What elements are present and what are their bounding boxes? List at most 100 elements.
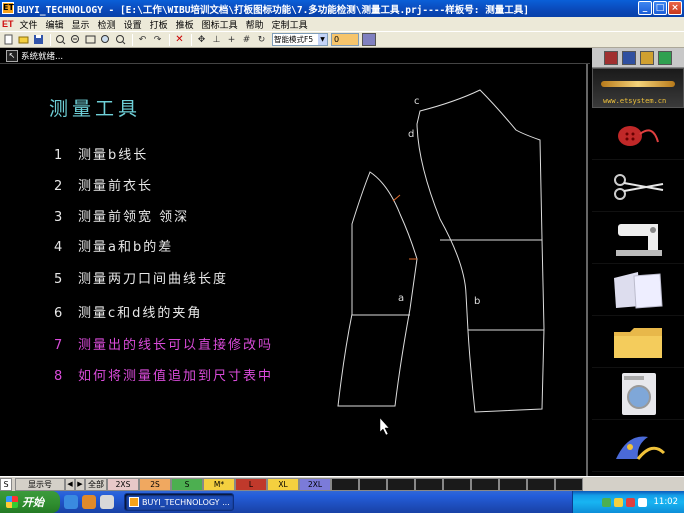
tip-6: 6 测量c和d线的夹角 [54,306,203,321]
zoom-fit-icon[interactable] [99,33,112,46]
tray-network-icon[interactable] [601,497,611,507]
size-s-toggle[interactable]: S [0,477,12,491]
system-tray: 11:02 [572,491,684,513]
mouse-cursor-icon [379,417,390,436]
size-2xs[interactable]: 2XS [107,477,139,491]
label-c: c [414,96,420,107]
size-slot-empty[interactable] [359,477,387,491]
size-slot-empty[interactable] [471,477,499,491]
menu-file[interactable]: 文件 [20,18,38,31]
menu-grading[interactable]: 推板 [176,18,194,31]
menu-edit[interactable]: 编辑 [46,18,64,31]
pointer-tool-icon[interactable]: ↖ [6,49,18,62]
minimize-button[interactable]: _ [638,1,652,15]
toolbar: ↶ ↷ ✕ ✥ ⊥ + # ↻ 智能模式F5 ▼ 0 [0,31,684,48]
pan-icon[interactable] [114,33,127,46]
status-text: 系统就绪... [21,51,64,62]
open-folder-icon[interactable] [17,33,30,46]
folder-icon[interactable] [592,316,684,368]
right-panel-toolbar [592,48,684,68]
size-xl[interactable]: XL [267,477,299,491]
add-point-icon[interactable]: + [225,33,238,46]
taskbar: 开始 BUYI_TECHNOLOGY ... 11:02 [0,491,684,513]
undo-icon[interactable]: ↶ [136,33,149,46]
redo-icon[interactable]: ↷ [151,33,164,46]
toolbar-separator [191,33,192,46]
app-icon [129,497,139,507]
menu-pattern[interactable]: 打板 [150,18,168,31]
size-slot-empty[interactable] [387,477,415,491]
close-button[interactable]: × [668,1,682,15]
toolbar-separator [50,33,51,46]
scroll-left-icon[interactable]: ◀ [65,477,75,491]
drawing-canvas[interactable]: 测量工具 1 测量b线长 2 测量前衣长 3 测量前领宽 领深 4 测量a和b的差 5测… [0,64,588,476]
yellow-tool-icon[interactable] [640,50,654,65]
menu-help[interactable]: 帮助 [246,18,264,31]
zoom-in-icon[interactable] [54,33,67,46]
button-thread-icon[interactable] [592,108,684,160]
blue-tool-icon[interactable] [622,50,636,65]
taskbar-window-button[interactable]: BUYI_TECHNOLOGY ... [124,493,234,511]
garment-pattern[interactable]: c d a b [320,64,560,476]
tray-antivirus-icon[interactable] [625,497,635,507]
menu-icon-tools[interactable]: 图标工具 [202,18,238,31]
move-icon[interactable]: ✥ [195,33,208,46]
window-title: BUYI_TECHNOLOGY - [E:\工作\WIBU培训文档\打板图标功能… [17,5,529,16]
size-slot-empty[interactable] [527,477,555,491]
window-controls: _ □ × [638,1,682,15]
app-icon: ET [2,2,14,14]
tray-volume-icon[interactable] [637,497,647,507]
tray-security-icon[interactable] [613,497,623,507]
size-all-button[interactable]: 全部 [85,477,107,491]
size-slot-empty[interactable] [415,477,443,491]
front-panel-outline [337,171,418,407]
ie-icon[interactable] [64,495,78,509]
size-slot-empty[interactable] [555,477,583,491]
size-2xl[interactable]: 2XL [299,477,331,491]
number-input[interactable]: 0 [331,33,359,46]
tip-5: 5 测量两刀口间曲线长度 [54,272,229,287]
menu-check[interactable]: 检测 [98,18,116,31]
brand-banner: www.etsystem.cn [592,68,684,108]
new-file-icon[interactable] [2,33,15,46]
menu-custom-tools[interactable]: 定制工具 [272,18,308,31]
start-label: 开始 [22,496,44,509]
washing-machine-icon[interactable] [592,368,684,420]
zoom-out-icon[interactable] [69,33,82,46]
size-slot-empty[interactable] [499,477,527,491]
red-tool-icon[interactable] [604,50,618,65]
delete-icon[interactable]: ✕ [173,33,186,46]
image-button-icon[interactable] [362,33,376,46]
menu-view[interactable]: 显示 [72,18,90,31]
zoom-window-icon[interactable] [84,33,97,46]
tip-4: 4 测量a和b的差 [54,240,174,255]
size-m-base[interactable]: M* [203,477,235,491]
scroll-right-icon[interactable]: ▶ [75,477,85,491]
maximize-button[interactable]: □ [653,1,667,15]
size-s[interactable]: S [171,477,203,491]
rotate-icon[interactable]: ↻ [255,33,268,46]
paper-pattern-icon[interactable] [592,264,684,316]
tailor-logo-icon[interactable] [592,420,684,472]
save-icon[interactable] [32,33,45,46]
align-icon[interactable]: ⊥ [210,33,223,46]
label-d: d [408,129,414,140]
mode-select[interactable]: 智能模式F5 ▼ [272,33,328,46]
canvas-heading: 测量工具 [49,98,142,120]
clock: 11:02 [653,497,679,507]
mode-select-value: 智能模式F5 [274,35,314,44]
size-slot-empty[interactable] [443,477,471,491]
media-icon[interactable] [82,495,96,509]
start-button[interactable]: 开始 [0,491,60,513]
scissors-icon[interactable] [592,160,684,212]
label-b: b [474,296,480,307]
chevron-down-icon: ▼ [318,34,327,45]
grid-icon[interactable]: # [240,33,253,46]
size-l[interactable]: L [235,477,267,491]
sewing-machine-icon[interactable] [592,212,684,264]
desktop-icon[interactable] [100,495,114,509]
size-slot-empty[interactable] [331,477,359,491]
green-tool-icon[interactable] [658,50,672,65]
menu-settings[interactable]: 设置 [124,18,142,31]
size-2s[interactable]: 2S [139,477,171,491]
